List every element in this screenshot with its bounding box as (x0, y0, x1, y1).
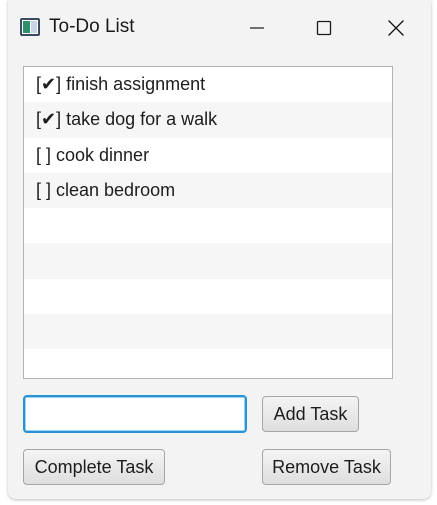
list-item-empty[interactable] (24, 349, 392, 378)
title-bar[interactable]: To-Do List (8, 0, 431, 56)
list-item-empty[interactable] (24, 278, 392, 315)
list-item-empty[interactable] (24, 314, 392, 350)
minimize-icon (250, 27, 264, 29)
complete-task-button[interactable]: Complete Task (23, 449, 165, 485)
maximize-icon (316, 20, 332, 36)
close-icon (388, 20, 404, 36)
app-window: To-Do List [✔] finish assignment [✔] tak… (8, 0, 431, 499)
task-input[interactable] (23, 395, 247, 433)
minimize-button[interactable] (229, 8, 285, 48)
remove-task-button[interactable]: Remove Task (262, 449, 391, 485)
add-task-button[interactable]: Add Task (262, 396, 359, 432)
task-list[interactable]: [✔] finish assignment [✔] take dog for a… (23, 66, 393, 379)
close-button[interactable] (368, 8, 424, 48)
window-title: To-Do List (49, 16, 135, 37)
list-item[interactable]: [✔] take dog for a walk (24, 102, 392, 138)
maximize-button[interactable] (296, 8, 352, 48)
list-item[interactable]: [ ] clean bedroom (24, 172, 392, 209)
list-item[interactable]: [ ] cook dinner (24, 137, 392, 173)
list-item-empty[interactable] (24, 208, 392, 244)
list-item[interactable]: [✔] finish assignment (24, 67, 392, 103)
list-item-empty[interactable] (24, 243, 392, 279)
app-window-icon (20, 18, 40, 36)
